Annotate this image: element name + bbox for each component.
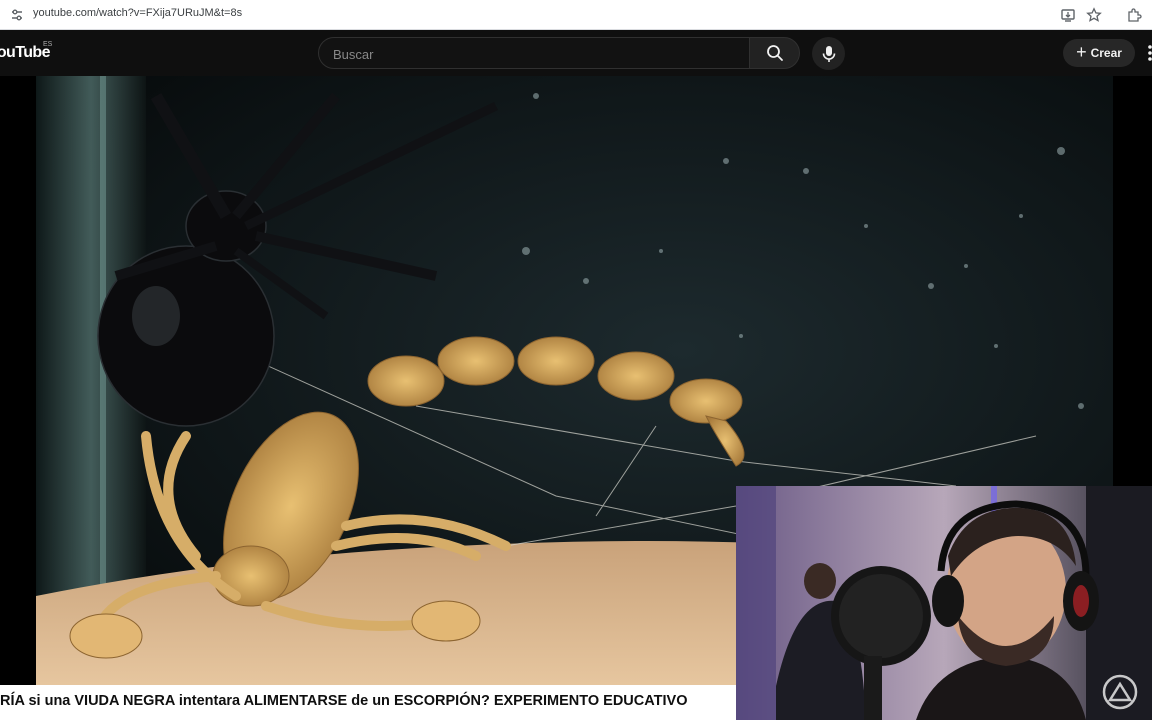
region-code: ES [43, 41, 53, 48]
create-label: Crear [1090, 46, 1122, 60]
webcam-overlay [736, 486, 1152, 720]
create-button[interactable]: + Crear [1063, 39, 1135, 67]
install-app-icon[interactable] [1058, 5, 1078, 25]
url-text[interactable]: youtube.com/watch?v=FXija7URuJM&t=8s [33, 7, 242, 19]
youtube-header: YouTube ES + Crear [0, 30, 1152, 76]
microphone-icon [822, 45, 835, 62]
plus-icon: + [1076, 42, 1087, 62]
search-input[interactable] [331, 38, 745, 70]
more-options-icon[interactable] [1147, 44, 1152, 62]
voice-search-button[interactable] [812, 37, 845, 70]
video-title: RÍA si una VIUDA NEGRA intentara ALIMENT… [0, 685, 736, 720]
search-box [318, 37, 750, 70]
bookmark-star-icon[interactable] [1084, 5, 1104, 25]
search-icon [766, 45, 783, 61]
search-button[interactable] [749, 37, 800, 69]
browser-address-bar: youtube.com/watch?v=FXija7URuJM&t=8s [0, 0, 1152, 30]
site-settings-icon[interactable] [8, 6, 26, 24]
channel-watermark-icon[interactable] [1100, 672, 1140, 712]
extensions-icon[interactable] [1124, 5, 1144, 25]
